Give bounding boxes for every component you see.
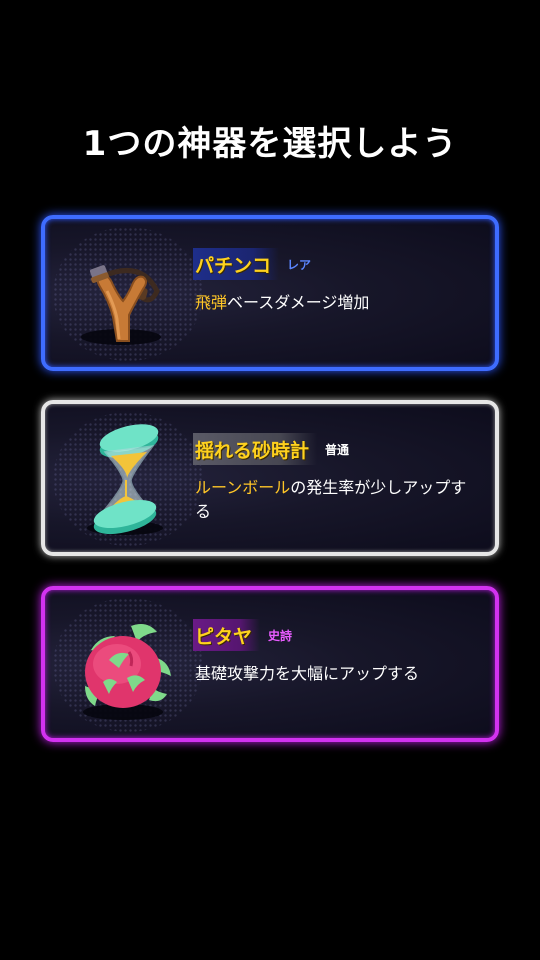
slingshot-icon bbox=[71, 231, 181, 357]
artifact-description: ルーンボールの発生率が少しアップする bbox=[195, 476, 475, 524]
description-text: 基礎攻撃力を大幅にアップする bbox=[195, 664, 420, 683]
hourglass-icon bbox=[71, 416, 181, 542]
artifact-name: パチンコ bbox=[195, 254, 272, 277]
artifact-name-box: ピタヤ bbox=[193, 619, 261, 651]
rarity-badge: 史詩 bbox=[268, 628, 293, 643]
description-highlight: 飛弾 bbox=[195, 293, 228, 312]
artifact-select-screen: 1つの神器を選択しよう パチンコ レア 飛弾ベースダメージ増加 揺れる砂時計 普… bbox=[0, 0, 540, 960]
artifact-name-box: 揺れる砂時計 bbox=[193, 433, 318, 465]
dragon-fruit-icon bbox=[71, 602, 181, 728]
artifact-name-row: ピタヤ 史詩 bbox=[193, 618, 292, 652]
artifact-description: 基礎攻撃力を大幅にアップする bbox=[195, 662, 475, 686]
artifact-name: ピタヤ bbox=[195, 625, 253, 648]
rarity-badge: レア bbox=[287, 257, 312, 272]
artifact-name-row: パチンコ レア bbox=[193, 247, 311, 281]
rarity-badge: 普通 bbox=[325, 442, 350, 457]
description-highlight: ルーンボール bbox=[195, 478, 291, 497]
artifact-card-hourglass[interactable]: 揺れる砂時計 普通 ルーンボールの発生率が少しアップする bbox=[41, 400, 499, 556]
artifact-card-slingshot[interactable]: パチンコ レア 飛弾ベースダメージ増加 bbox=[41, 215, 499, 371]
artifact-name-row: 揺れる砂時計 普通 bbox=[193, 432, 349, 466]
artifact-card-dragon-fruit[interactable]: ピタヤ 史詩 基礎攻撃力を大幅にアップする bbox=[41, 586, 499, 742]
artifact-name-box: パチンコ bbox=[193, 248, 280, 280]
artifact-description: 飛弾ベースダメージ増加 bbox=[195, 291, 475, 315]
artifact-name: 揺れる砂時計 bbox=[195, 439, 310, 462]
page-title: 1つの神器を選択しよう bbox=[82, 124, 458, 164]
description-text: ベースダメージ増加 bbox=[227, 293, 370, 312]
